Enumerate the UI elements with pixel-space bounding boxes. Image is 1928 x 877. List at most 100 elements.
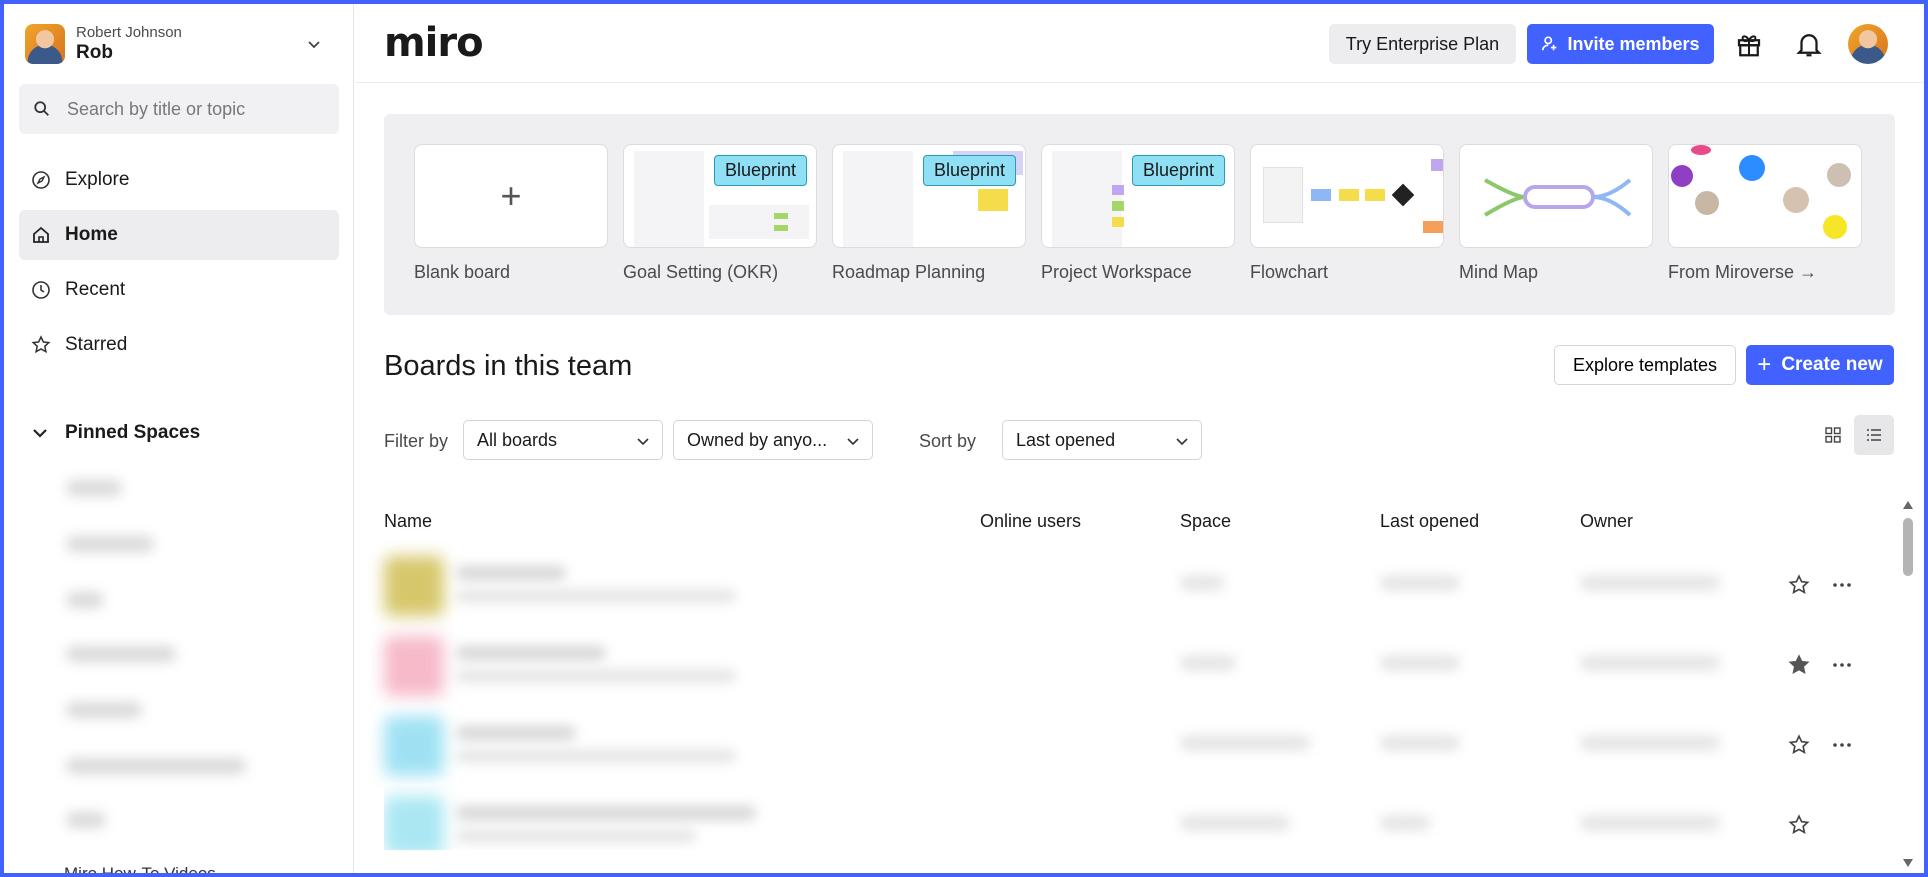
template-label: Blank board [414,262,511,282]
column-header-owner[interactable]: Owner [1580,511,1633,532]
invite-members-button[interactable]: Invite members [1527,24,1714,64]
plus-icon: + [500,175,522,216]
more-options-icon[interactable] [1830,573,1854,597]
nav-recent[interactable]: Recent [19,265,339,315]
star-outline-icon[interactable] [1788,814,1810,836]
table-row[interactable] [384,786,1824,850]
template-blank-board[interactable]: + Blank board [414,144,608,283]
plus-icon: + [1757,351,1772,378]
template-roadmap-planning[interactable]: Blueprint Roadmap Planning [832,144,1026,283]
owner-redacted [1580,576,1720,590]
try-enterprise-button[interactable]: Try Enterprise Plan [1329,24,1516,64]
more-options-icon[interactable] [1830,653,1854,677]
pinned-space-item[interactable] [66,702,142,718]
create-new-label: Create new [1781,354,1883,375]
star-outline-icon[interactable] [1788,574,1810,596]
board-title-redacted [456,806,756,820]
compass-icon [32,171,50,189]
template-flowchart[interactable]: Flowchart [1250,144,1444,283]
template-project-workspace[interactable]: Blueprint Project Workspace [1041,144,1235,283]
template-mind-map[interactable]: Mind Map [1459,144,1653,283]
owner-filter-value: Owned by anyo... [687,429,828,450]
star-outline-icon[interactable] [1788,734,1810,756]
pinned-space-item-label[interactable]: Miro How-To Videos [64,864,216,877]
user-short-name: Rob [76,42,113,63]
nav-recent-label: Recent [65,279,126,300]
column-header-last-opened[interactable]: Last opened [1380,511,1479,532]
user-switcher[interactable]: Robert Johnson Rob [25,22,330,66]
template-thumbnail: Blueprint [623,144,817,248]
grid-icon [1825,427,1841,443]
explore-templates-button[interactable]: Explore templates [1554,345,1736,385]
scroll-up-arrow[interactable] [1902,500,1914,510]
more-options-icon[interactable] [1830,733,1854,757]
template-goal-setting[interactable]: Blueprint Goal Setting (OKR) [623,144,817,283]
pinned-space-item[interactable] [66,812,106,828]
pinned-space-item[interactable] [66,480,122,496]
pinned-space-item[interactable] [66,758,246,774]
template-thumbnail [1459,144,1653,248]
nav-home[interactable]: Home [19,210,339,260]
owner-redacted [1580,816,1720,830]
clock-icon [32,281,50,299]
owner-redacted [1580,656,1720,670]
blueprint-badge: Blueprint [1131,155,1225,186]
pinned-spaces-toggle[interactable]: Pinned Spaces [30,422,200,444]
sort-by-label: Sort by [919,431,977,451]
owner-filter-select[interactable]: Owned by anyo... [673,420,873,460]
pinned-space-item[interactable] [66,536,154,552]
search-input[interactable] [67,98,327,120]
template-from-miroverse[interactable]: From Miroverse → [1668,144,1862,283]
table-row[interactable] [384,706,1851,786]
grid-view-button[interactable] [1813,415,1853,455]
pinned-space-item[interactable] [66,646,176,662]
board-thumbnail [384,556,444,616]
space-redacted [1180,656,1236,670]
gift-icon[interactable] [1734,29,1764,59]
search-icon [34,101,49,116]
add-user-icon [1542,36,1557,51]
mind-map-illustration [1483,178,1632,217]
user-full-name: Robert Johnson [76,24,182,41]
column-header-space[interactable]: Space [1180,511,1231,532]
template-label: From Miroverse → [1668,262,1818,282]
blueprint-badge: Blueprint [713,155,807,186]
miro-logo[interactable]: miro [384,20,484,66]
board-thumbnail [384,636,444,696]
bell-icon[interactable] [1794,29,1824,59]
scrollbar-thumb[interactable] [1903,518,1913,576]
star-filled-icon[interactable] [1788,654,1810,676]
template-thumbnail [1250,144,1444,248]
last-opened-redacted [1380,816,1430,830]
board-meta-redacted [456,670,736,682]
board-filter-select[interactable]: All boards [463,420,663,460]
list-view-button[interactable] [1854,415,1894,455]
board-meta-redacted [456,750,736,762]
scroll-down-arrow[interactable] [1902,858,1914,868]
create-new-button[interactable]: + Create new [1746,345,1894,385]
space-redacted [1180,576,1224,590]
board-title-redacted [456,726,576,740]
nav-explore[interactable]: Explore [19,155,339,205]
chevron-down-icon [637,438,649,446]
profile-avatar[interactable] [1848,24,1888,64]
column-header-online-users[interactable]: Online users [980,511,1081,532]
template-label: Flowchart [1250,262,1329,282]
board-meta-redacted [456,590,736,602]
table-row[interactable] [384,626,1851,706]
table-row[interactable] [384,546,1851,626]
nav-home-label: Home [65,224,118,245]
column-header-name[interactable]: Name [384,511,432,532]
nav-explore-label: Explore [65,169,130,190]
space-redacted [1180,736,1310,750]
sort-select[interactable]: Last opened [1002,420,1202,460]
pinned-spaces-title: Pinned Spaces [65,422,201,443]
section-title: Boards in this team [384,350,633,382]
pinned-space-item[interactable] [66,592,104,608]
owner-redacted [1580,736,1720,750]
search-box[interactable] [19,84,339,134]
nav-starred[interactable]: Starred [19,320,339,370]
chevron-down-icon[interactable] [304,34,324,54]
user-avatar [25,24,65,64]
board-filter-value: All boards [477,429,558,450]
